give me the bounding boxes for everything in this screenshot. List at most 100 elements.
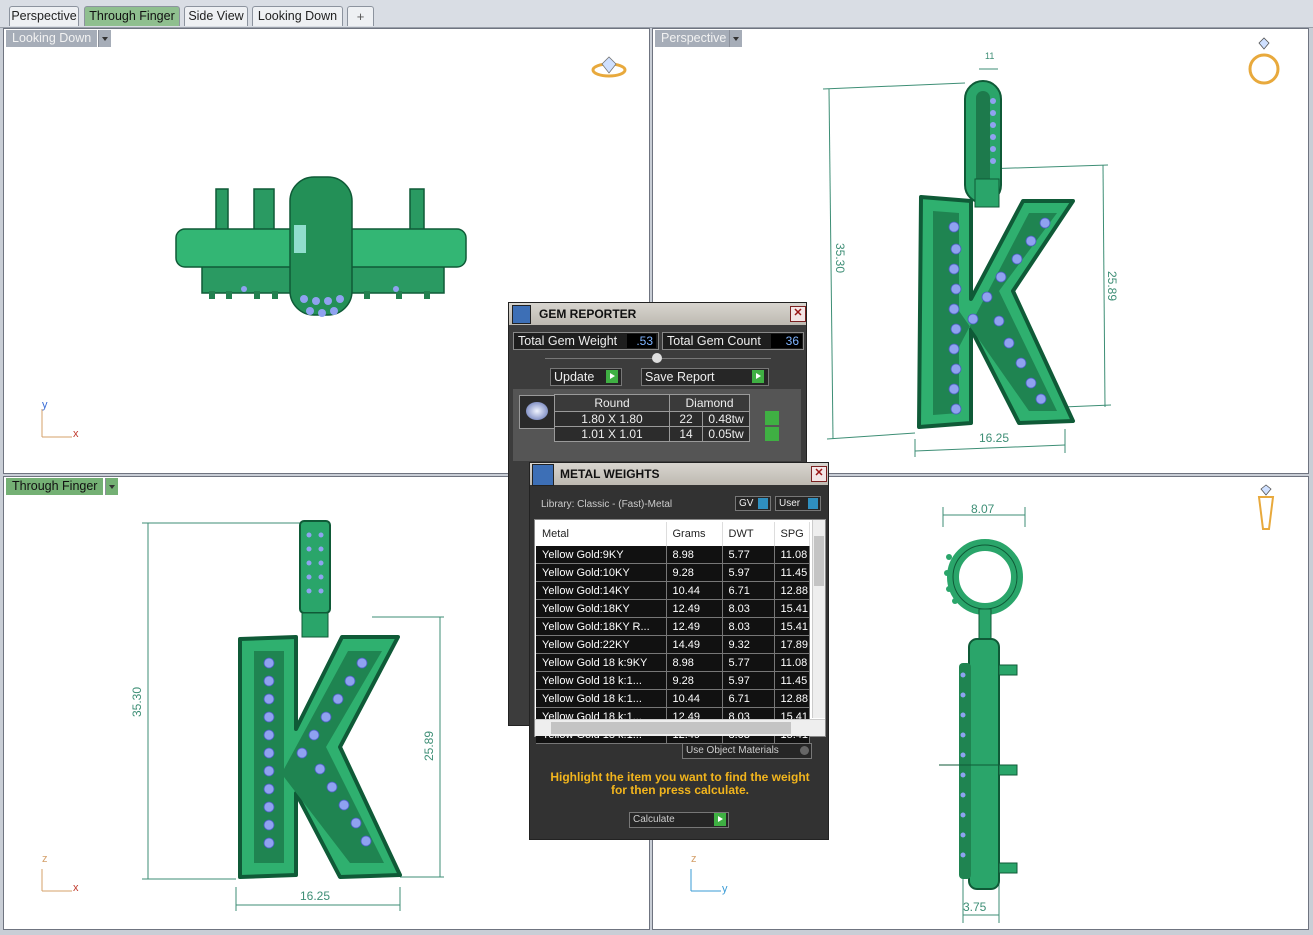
update-button-label: Update xyxy=(554,370,595,384)
metal-table: Metal Grams DWT SPG Yellow Gold:9KY 8.98 5… xyxy=(536,522,811,744)
user-toggle[interactable]: User xyxy=(775,496,821,511)
close-icon[interactable]: ✕ xyxy=(790,306,806,322)
axis-label-b: y xyxy=(722,883,728,895)
dwt-column-header[interactable]: DWT xyxy=(722,522,775,546)
metal-name: Yellow Gold 18 k:9KY xyxy=(536,653,667,672)
ring-icon xyxy=(591,56,627,78)
select-row-button[interactable] xyxy=(765,411,779,425)
close-icon[interactable]: ✕ xyxy=(811,466,827,482)
tab-through-finger[interactable]: Through Finger xyxy=(84,6,180,26)
round-gem-icon xyxy=(519,395,555,429)
metal-weights-titlebar[interactable]: METAL WEIGHTS ✕ xyxy=(530,463,828,486)
total-gem-count-value: 36 xyxy=(771,334,802,348)
vertical-scrollbar[interactable] xyxy=(812,520,825,718)
dimension-height: 35.30 xyxy=(833,242,848,274)
gem-weight: 0.48tw xyxy=(702,411,750,427)
scrollbar-thumb[interactable] xyxy=(814,536,824,586)
play-icon xyxy=(606,370,618,383)
hint-text: Highlight the item you want to find the … xyxy=(550,770,810,797)
horizontal-scrollbar[interactable] xyxy=(535,719,825,736)
total-gem-count-field: Total Gem Count 36 xyxy=(662,332,804,350)
metal-grams: 14.49 xyxy=(666,635,723,654)
play-icon xyxy=(752,370,764,383)
dimension-bottom: 3.75 xyxy=(963,900,987,914)
gem-list-area: Round Diamond 1.80 X 1.80 22 0.48tw 1.01 X … xyxy=(513,389,801,461)
pendant-icon xyxy=(1257,484,1275,530)
gv-toggle[interactable]: GV xyxy=(735,496,771,511)
dimension-width: 16.25 xyxy=(300,889,331,903)
gem-reporter-title: GEM REPORTER xyxy=(539,307,637,321)
toggle-indicator xyxy=(800,746,809,755)
metal-name: Yellow Gold:18KY xyxy=(536,599,667,618)
metal-name: Yellow Gold:22KY xyxy=(536,635,667,654)
gem-weight: 0.05tw xyxy=(702,426,750,442)
add-tab-button[interactable]: + xyxy=(347,6,374,26)
metal-spg: 12.88 xyxy=(774,689,811,708)
metal-row[interactable]: Yellow Gold 18 k:9KY 8.98 5.77 11.08 xyxy=(536,653,811,672)
metal-grams: 9.28 xyxy=(666,563,723,582)
dimension-height: 35.30 xyxy=(130,686,145,718)
metal-name: Yellow Gold:14KY xyxy=(536,581,667,600)
metal-column-header[interactable]: Metal xyxy=(536,522,667,546)
tab-side-view[interactable]: Side View xyxy=(184,6,248,26)
use-object-materials-label: Use Object Materials xyxy=(686,745,779,756)
save-report-button[interactable]: Save Report xyxy=(641,368,769,386)
total-gem-weight-field: Total Gem Weight .53 xyxy=(513,332,659,350)
gem-reporter-titlebar[interactable]: GEM REPORTER ✕ xyxy=(509,303,806,325)
scrollbar-thumb[interactable] xyxy=(551,722,791,734)
metal-dwt: 5.77 xyxy=(722,653,775,672)
metal-row[interactable]: Yellow Gold:18KY 12.49 8.03 15.41 xyxy=(536,599,811,618)
calculate-button[interactable]: Calculate xyxy=(629,812,729,828)
total-gem-weight-value: .53 xyxy=(627,334,656,348)
axis-label-b: x xyxy=(73,882,79,894)
select-row-button[interactable] xyxy=(765,427,779,441)
metal-dwt: 8.03 xyxy=(722,617,775,636)
metal-dwt: 6.71 xyxy=(722,581,775,600)
metal-spg: 12.88 xyxy=(774,581,811,600)
metal-weights-title: METAL WEIGHTS xyxy=(560,467,660,481)
metal-table-container: Metal Grams DWT SPG Yellow Gold:9KY 8.98 5… xyxy=(534,519,826,744)
update-button[interactable]: Update xyxy=(550,368,622,386)
metal-spg: 15.41 xyxy=(774,617,811,636)
metal-name: Yellow Gold 18 k:1... xyxy=(536,671,667,690)
tab-perspective[interactable]: Perspective xyxy=(9,6,79,26)
metal-grams: 8.98 xyxy=(666,546,723,564)
total-gem-count-label: Total Gem Count xyxy=(667,334,761,348)
metal-dwt: 9.32 xyxy=(722,635,775,654)
gem-size: 1.80 X 1.80 xyxy=(554,411,670,427)
metal-grams: 12.49 xyxy=(666,599,723,618)
metal-spg: 15.41 xyxy=(774,599,811,618)
metal-dwt: 5.97 xyxy=(722,671,775,690)
gem-row[interactable]: 1.80 X 1.80 22 0.48tw xyxy=(554,411,750,427)
ring-icon xyxy=(1248,37,1280,85)
metal-row[interactable]: Yellow Gold:10KY 9.28 5.97 11.45 xyxy=(536,563,811,582)
calculate-label: Calculate xyxy=(633,814,675,825)
metal-row[interactable]: Yellow Gold:14KY 10.44 6.71 12.88 xyxy=(536,581,811,600)
metal-grams: 10.44 xyxy=(666,581,723,600)
metal-row[interactable]: Yellow Gold:18KY R... 12.49 8.03 15.41 xyxy=(536,617,811,636)
grams-column-header[interactable]: Grams xyxy=(666,522,723,546)
metal-dwt: 5.97 xyxy=(722,563,775,582)
total-gem-weight-label: Total Gem Weight xyxy=(518,334,618,348)
gem-count: 22 xyxy=(669,411,703,427)
collapse-handle[interactable] xyxy=(652,353,662,363)
cone-icon xyxy=(532,464,554,486)
gem-row[interactable]: 1.01 X 1.01 14 0.05tw xyxy=(554,426,750,442)
use-object-materials-toggle[interactable]: Use Object Materials xyxy=(682,743,812,759)
metal-dwt: 5.77 xyxy=(722,546,775,564)
metal-grams: 9.28 xyxy=(666,671,723,690)
metal-row[interactable]: Yellow Gold 18 k:1... 10.44 6.71 12.88 xyxy=(536,689,811,708)
metal-table-body: Yellow Gold:9KY 8.98 5.77 11.08 Yellow Gold:… xyxy=(536,546,811,744)
spg-column-header[interactable]: SPG xyxy=(774,522,811,546)
axis-label-a: y xyxy=(42,399,48,411)
library-label: Library: Classic - (Fast)-Metal xyxy=(541,499,673,510)
save-report-label: Save Report xyxy=(645,370,715,384)
axis-label-a: z xyxy=(42,853,48,865)
metal-row[interactable]: Yellow Gold 18 k:1... 9.28 5.97 11.45 xyxy=(536,671,811,690)
metal-row[interactable]: Yellow Gold:9KY 8.98 5.77 11.08 xyxy=(536,546,811,564)
metal-name: Yellow Gold:18KY R... xyxy=(536,617,667,636)
metal-name: Yellow Gold:10KY xyxy=(536,563,667,582)
tab-looking-down[interactable]: Looking Down xyxy=(252,6,343,26)
user-label: User xyxy=(779,498,801,509)
metal-row[interactable]: Yellow Gold:22KY 14.49 9.32 17.89 xyxy=(536,635,811,654)
